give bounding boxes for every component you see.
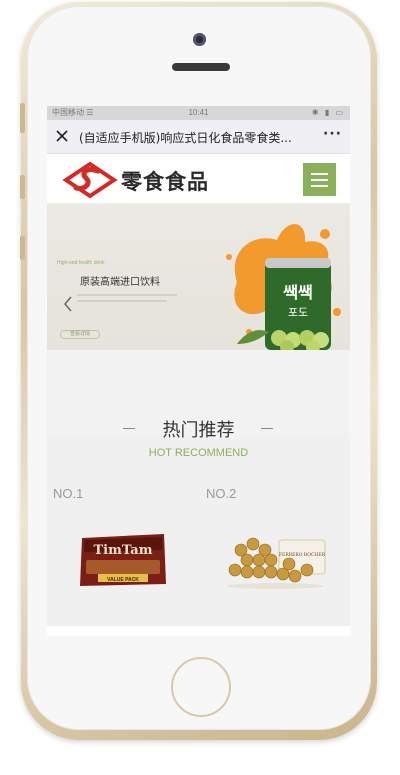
product-rank-1: NO.1 <box>53 486 84 501</box>
front-camera <box>193 33 206 46</box>
product-name-ferrero: FERRERO ROCHER <box>279 552 326 558</box>
volume-down-button <box>20 236 25 260</box>
brand-s-logo-icon[interactable] <box>62 158 118 202</box>
page-title: (自适应手机版)响应式日化食品零食类... <box>79 131 292 145</box>
product-card-ferrero[interactable]: FERRERO ROCHER <box>225 530 329 590</box>
juice-can-image: 쌕쌕 포도 <box>226 224 341 350</box>
section-subtitle: HOT RECOMMEND <box>148 447 249 459</box>
phone-mockup-stage: 中国移动 ☰ 10:41 ✱ ▮ ▭ (自适应手机版)响应式日化食品零食类...… <box>0 0 400 775</box>
section-title: 热门推荐 <box>162 420 235 441</box>
hot-recommend-section: 热门推荐 HOT RECOMMEND NO.1 NO.2 TimTam VALU… <box>47 350 350 626</box>
banner-text-line <box>77 300 167 302</box>
browser-title-bar: (自适应手机版)响应式日化食品零食类... ··· <box>47 120 350 154</box>
banner-title: 原装高端进口饮料 <box>80 277 160 288</box>
title-dash-right <box>261 428 273 429</box>
status-time: 10:41 <box>188 108 209 117</box>
product-pack-label: VALUE PACK <box>107 577 139 583</box>
product-rank-2: NO.2 <box>206 486 237 501</box>
can-flavor-text: 포도 <box>288 306 308 319</box>
more-options-icon[interactable]: ··· <box>323 126 342 142</box>
close-icon[interactable] <box>54 128 70 144</box>
product-card-timtam[interactable]: TimTam VALUE PACK <box>78 530 168 590</box>
product-name-timtam: TimTam <box>94 543 153 558</box>
banner-detail-button[interactable]: 查看详情 <box>60 330 100 339</box>
earpiece-speaker <box>172 63 230 71</box>
phone-screen: 中国移动 ☰ 10:41 ✱ ▮ ▭ (自适应手机版)响应式日化食品零食类...… <box>47 106 350 636</box>
chevron-left-icon[interactable] <box>63 296 73 312</box>
hamburger-menu-icon[interactable] <box>303 163 336 196</box>
banner-kicker: High-end health drink <box>57 260 105 266</box>
banner-text-line <box>77 294 177 296</box>
hero-banner[interactable]: High-end health drink 原装高端进口饮料 查看详情 쌕쌕 포… <box>47 204 350 350</box>
status-icons: ✱ ▮ ▭ <box>311 108 345 117</box>
home-button[interactable] <box>171 657 231 717</box>
site-header: 零食食品 <box>47 154 350 204</box>
volume-up-button <box>20 175 25 199</box>
mute-switch <box>20 103 25 133</box>
can-brand-text: 쌕쌕 <box>283 283 312 302</box>
brand-name: 零食食品 <box>121 169 209 194</box>
status-bar: 中国移动 ☰ 10:41 ✱ ▮ ▭ <box>47 106 350 120</box>
